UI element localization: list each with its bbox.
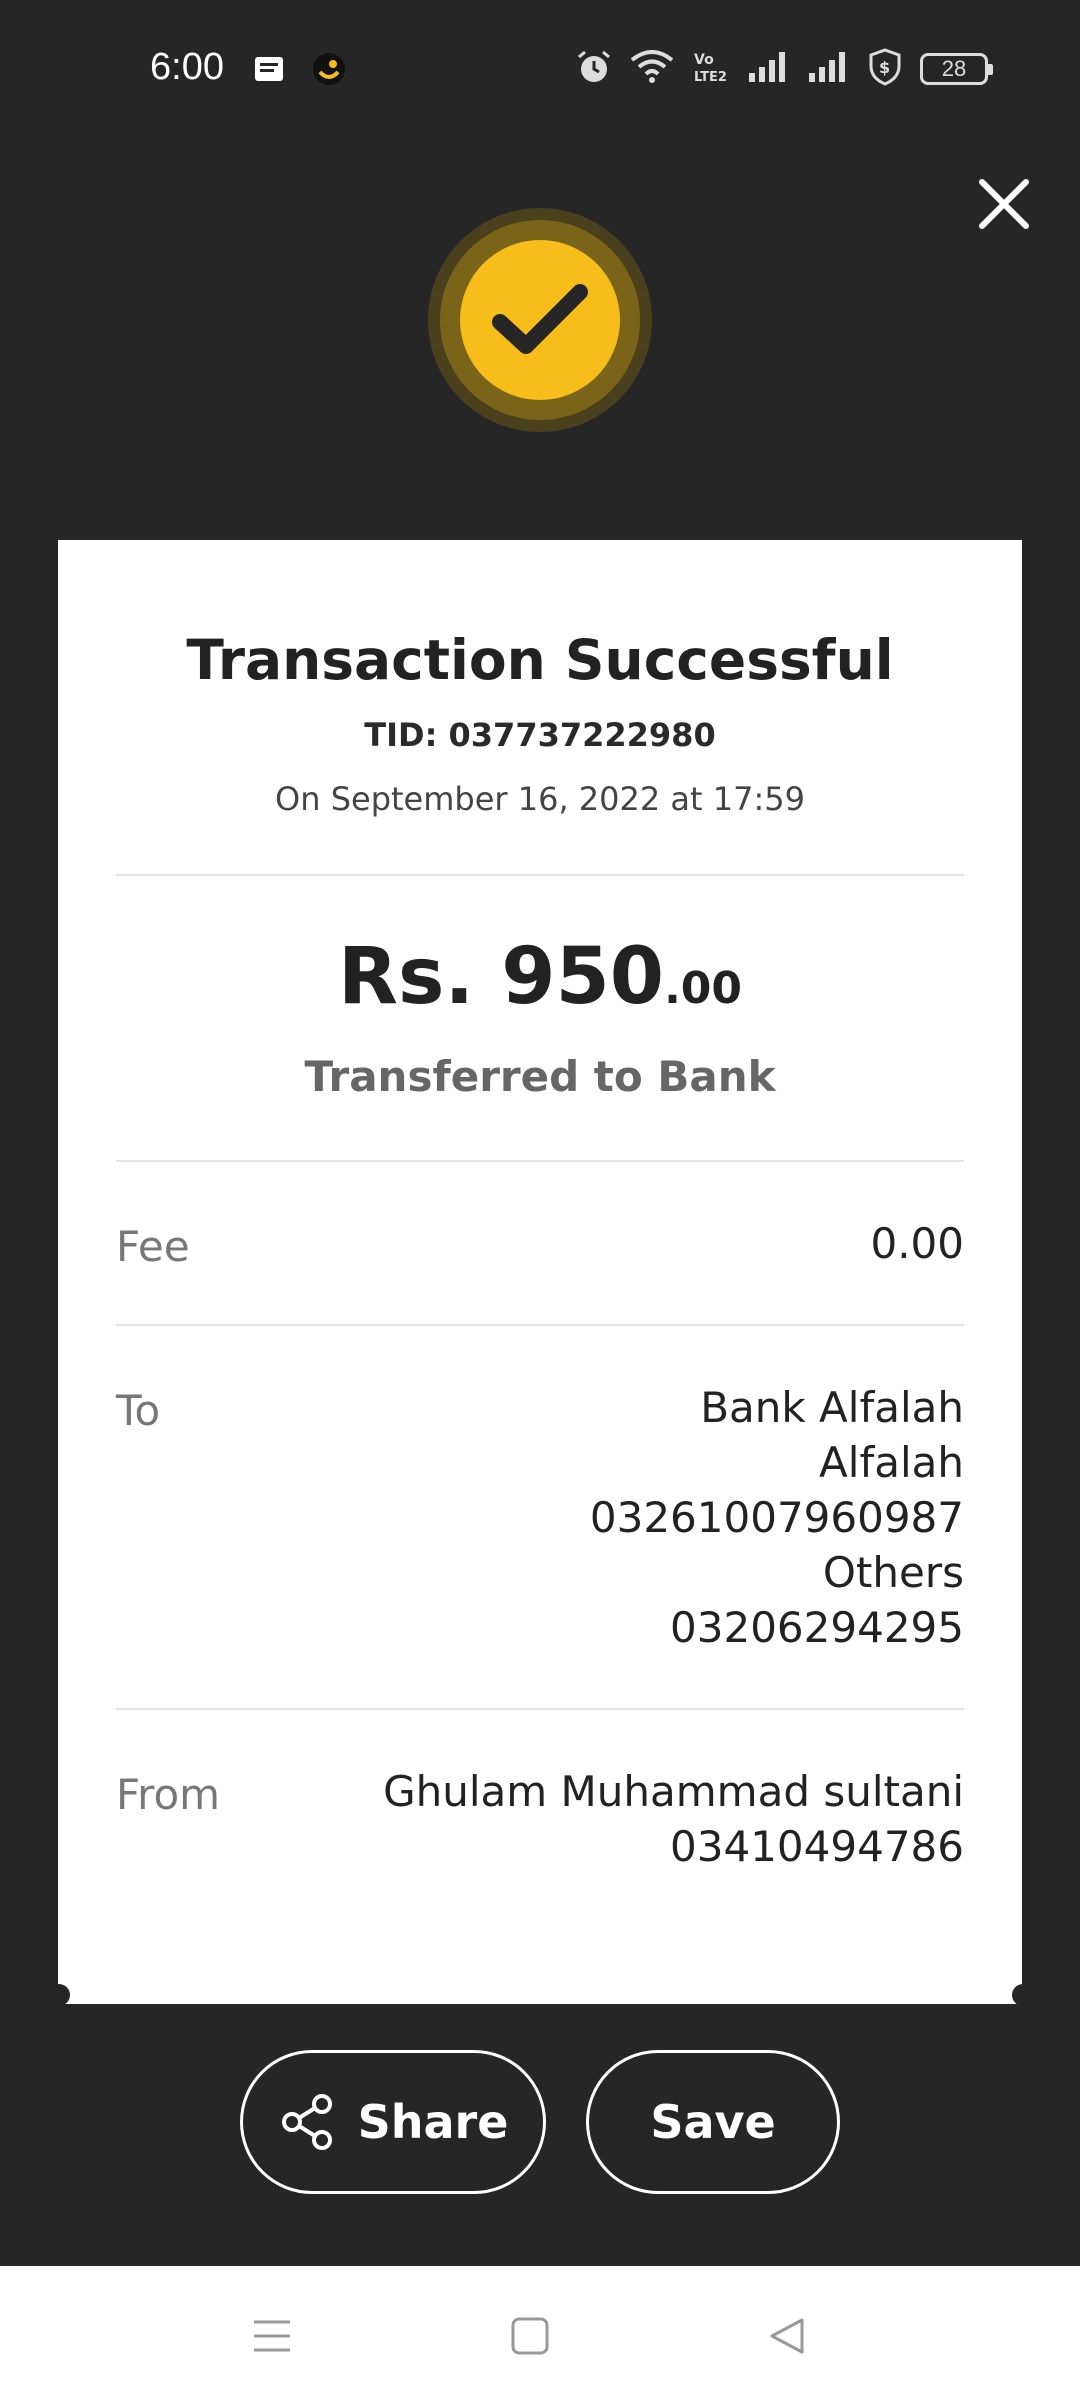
fee-label: Fee <box>116 1222 190 1271</box>
recents-button[interactable] <box>242 2306 302 2366</box>
signal-icon <box>808 51 850 87</box>
share-button[interactable]: Share <box>240 2050 546 2194</box>
amount-decimals: .00 <box>664 963 743 1014</box>
divider <box>116 1160 964 1162</box>
message-icon <box>254 56 284 86</box>
status-time: 6:00 <box>150 46 224 88</box>
from-label: From <box>116 1770 221 1819</box>
divider <box>116 1708 964 1710</box>
menu-icon <box>254 2320 290 2352</box>
receipt-card: Transaction Successful TID: 037737222980… <box>58 540 1022 2004</box>
to-details: Bank Alfalah Alfalah 03261007960987 Othe… <box>590 1380 964 1655</box>
divider <box>116 1324 964 1326</box>
svg-text:LTE2: LTE2 <box>694 70 727 84</box>
from-name: Ghulam Muhammad sultani <box>383 1767 964 1816</box>
system-nav-bar <box>0 2266 1080 2400</box>
from-details: Ghulam Muhammad sultani 03410494786 <box>324 1764 964 1874</box>
alarm-icon <box>576 49 612 89</box>
volte-icon: Vo LTE2 <box>692 50 730 88</box>
save-label: Save <box>650 2095 776 2149</box>
transaction-datetime: On September 16, 2022 at 17:59 <box>275 780 805 818</box>
save-button[interactable]: Save <box>586 2050 840 2194</box>
app-notification-icon <box>312 52 346 90</box>
home-button[interactable] <box>500 2306 560 2366</box>
close-icon <box>979 179 1029 229</box>
close-button[interactable] <box>966 166 1042 242</box>
svg-text:$: $ <box>879 58 890 77</box>
status-bar: 6:00 Vo LTE2 $ 28 <box>0 0 1080 140</box>
divider <box>116 874 964 876</box>
vpn-shield-icon: $ <box>868 48 902 90</box>
back-triangle-icon <box>770 2318 804 2354</box>
transaction-amount: Rs. 950.00 <box>58 932 1022 1022</box>
to-label: To <box>116 1386 161 1435</box>
amount-main: Rs. 950 <box>337 932 665 1022</box>
to-purpose: Others <box>822 1548 964 1597</box>
to-phone-number: 03206294295 <box>670 1603 964 1652</box>
transaction-type: Transferred to Bank <box>304 1052 776 1101</box>
to-bank-name: Bank Alfalah <box>700 1383 964 1432</box>
to-account-title: Alfalah <box>819 1438 964 1487</box>
battery-level: 28 <box>941 56 967 81</box>
signal-icon <box>748 51 790 87</box>
home-square-icon <box>511 2317 549 2355</box>
transaction-id: TID: 037737222980 <box>364 716 716 754</box>
to-account-number: 03261007960987 <box>589 1493 964 1542</box>
status-left-icons <box>254 52 346 90</box>
battery-icon: 28 <box>920 53 993 85</box>
fee-value: 0.00 <box>870 1219 964 1268</box>
back-button[interactable] <box>758 2306 818 2366</box>
receipt-title: Transaction Successful <box>186 628 894 692</box>
receipt-corner-notch <box>48 1984 70 2006</box>
receipt-corner-notch <box>1012 1984 1034 2006</box>
share-label: Share <box>357 2095 509 2149</box>
wifi-icon <box>630 50 674 88</box>
checkmark-icon <box>492 284 588 354</box>
share-icon <box>281 2094 332 2150</box>
svg-text:Vo: Vo <box>694 52 714 68</box>
from-phone-number: 03410494786 <box>670 1822 964 1871</box>
status-right-icons: Vo LTE2 $ 28 <box>576 48 993 90</box>
success-badge <box>460 240 620 400</box>
